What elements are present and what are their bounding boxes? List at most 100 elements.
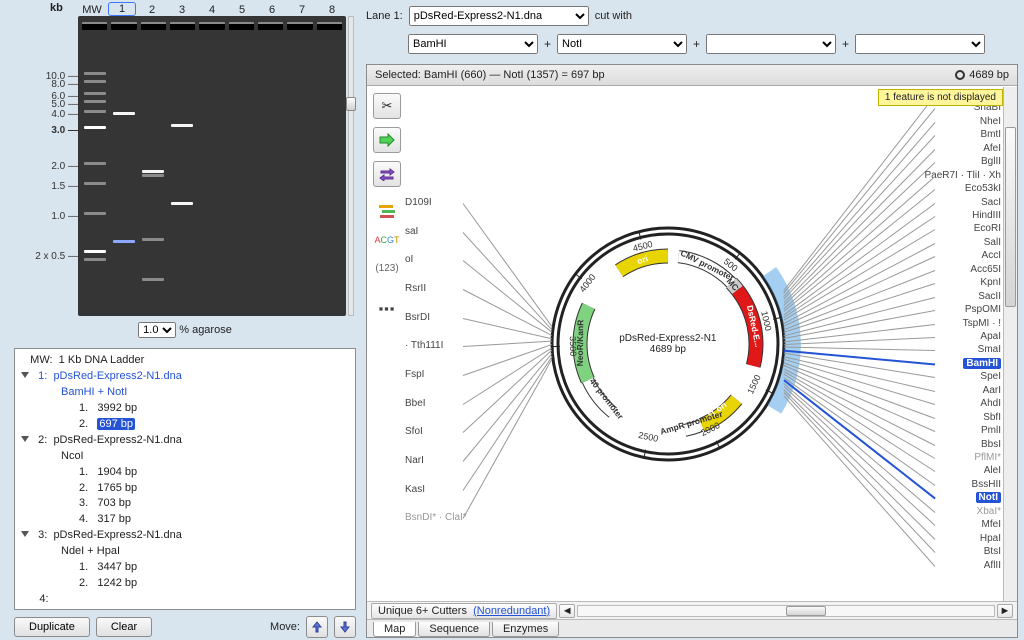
enzyme-site-label[interactable]: BbeI xyxy=(405,398,426,409)
enzyme-site-label[interactable]: AhdI xyxy=(980,398,1001,409)
enzyme-site-label[interactable]: BsnDI* · ClaI* xyxy=(405,512,467,523)
lane-row[interactable]: 3: pDsRed-Express2-N1.dna xyxy=(21,528,349,544)
fragment-row[interactable]: 2. 697 bp xyxy=(21,417,349,433)
lane-header-5[interactable]: 5 xyxy=(228,4,256,16)
fragment-row[interactable]: 1. 3992 bp xyxy=(21,401,349,417)
enzyme-site-label[interactable]: AleI xyxy=(984,465,1001,476)
nonredundant-link[interactable]: (Nonredundant) xyxy=(473,605,550,617)
map-vscroll[interactable] xyxy=(1003,87,1017,601)
view-tab-map[interactable]: Map xyxy=(373,622,416,637)
enzyme-site-label[interactable]: BtsI xyxy=(984,546,1001,557)
fragment-row[interactable]: 2. 1242 bp xyxy=(21,576,349,592)
move-up-button[interactable] xyxy=(306,616,328,638)
enzyme-site-label[interactable]: KpnI xyxy=(980,277,1001,288)
swap-tool[interactable] xyxy=(373,161,401,187)
enzyme-site-label[interactable]: TspMI · ! xyxy=(963,318,1001,329)
lane-header-7[interactable]: 7 xyxy=(288,4,316,16)
enzyme-select-2[interactable]: BamHINotINcoINdeIHpaIEcoRIHindIII xyxy=(557,34,687,54)
enzyme-select-1[interactable]: BamHINotINcoINdeIHpaIEcoRIHindIII xyxy=(408,34,538,54)
enzyme-site-label[interactable]: AflII xyxy=(984,560,1001,571)
lane-row[interactable]: 4: xyxy=(21,592,349,608)
enzyme-site-label[interactable]: HindIII xyxy=(972,210,1001,221)
enzyme-site-label[interactable]: SacI xyxy=(981,197,1001,208)
enzyme-site-label[interactable]: SmaI xyxy=(978,344,1001,355)
enzyme-site-label[interactable]: SbfI xyxy=(983,412,1001,423)
lane-header-4[interactable]: 4 xyxy=(198,4,226,16)
map-stage[interactable]: oriCMV promoterMCSDsRed-E...f1 oriAmpR p… xyxy=(403,87,1005,601)
enzyme-site-label[interactable]: MfeI xyxy=(982,519,1001,530)
cutter-group[interactable]: Unique 6+ Cutters (Nonredundant) xyxy=(371,603,557,619)
enzyme-site-label[interactable]: SfoI xyxy=(405,426,423,437)
view-tab-enzymes[interactable]: Enzymes xyxy=(492,622,559,637)
lane-header-8[interactable]: 8 xyxy=(318,4,346,16)
map-hscroll[interactable] xyxy=(577,605,995,617)
fragment-row[interactable]: 1. 1904 bp xyxy=(21,465,349,481)
gel-zoom-slider[interactable] xyxy=(348,16,354,316)
enzyme-site-label[interactable]: BssHII xyxy=(972,479,1001,490)
lane-header-2[interactable]: 2 xyxy=(138,4,166,16)
slider-thumb[interactable] xyxy=(346,97,356,111)
clear-button[interactable]: Clear xyxy=(96,617,152,637)
scroll-left[interactable]: ◄ xyxy=(559,604,575,618)
enzyme-site-label[interactable]: ApaI xyxy=(980,331,1001,342)
enzyme-site-label[interactable]: AccI xyxy=(982,250,1001,261)
enzyme-site-label[interactable]: oI xyxy=(405,254,413,265)
vscroll-thumb[interactable] xyxy=(1005,127,1016,307)
lane-file-select[interactable]: pDsRed-Express2-N1.dna xyxy=(409,6,589,26)
enzyme-site-label[interactable]: Acc65I xyxy=(970,264,1001,275)
fragment-row[interactable]: 4. 317 bp xyxy=(21,512,349,528)
gel-image[interactable] xyxy=(78,16,346,316)
enzyme-site-label[interactable]: PmlI xyxy=(981,425,1001,436)
move-label: Move: xyxy=(270,621,300,633)
enzyme-site-label[interactable]: PaeR7I · TliI · Xh xyxy=(924,170,1001,181)
features-tool[interactable] xyxy=(373,199,401,225)
scroll-right[interactable]: ► xyxy=(997,604,1013,618)
enzyme-site-label[interactable]: AfeI xyxy=(983,143,1001,154)
enzyme-site-label[interactable]: D109I xyxy=(405,197,432,208)
lane-row[interactable]: 1: pDsRed-Express2-N1.dna xyxy=(21,369,349,385)
fragment-row[interactable]: 2. 1765 bp xyxy=(21,481,349,497)
enzyme-site-label[interactable]: BbsI xyxy=(981,439,1001,450)
enzyme-site-label[interactable]: FspI xyxy=(405,369,424,380)
enzyme-site-label[interactable]: EcoRI xyxy=(974,223,1001,234)
enzyme-site-label[interactable]: PspOMI xyxy=(965,304,1001,315)
lane-header-6[interactable]: 6 xyxy=(258,4,286,16)
enzyme-site-label[interactable]: SacII xyxy=(978,291,1001,302)
enzyme-site-label[interactable]: saI xyxy=(405,226,418,237)
cut-tool[interactable]: ✂ xyxy=(373,93,401,119)
enzyme-site-label[interactable]: Eco53kI xyxy=(965,183,1001,194)
enzyme-select-3[interactable]: BamHINotINcoINdeIHpaIEcoRIHindIII xyxy=(706,34,836,54)
agarose-select[interactable]: 0.50.71.01.21.52.0 xyxy=(138,322,176,338)
view-tab-sequence[interactable]: Sequence xyxy=(418,622,490,637)
enzyme-select-4[interactable]: BamHINotINcoINdeIHpaIEcoRIHindIII xyxy=(855,34,985,54)
fragment-row[interactable]: 3. 703 bp xyxy=(21,496,349,512)
move-down-button[interactable] xyxy=(334,616,356,638)
insert-tool[interactable] xyxy=(373,127,401,153)
enzyme-site-label[interactable]: NotI xyxy=(976,492,1001,503)
enzyme-site-label[interactable]: BsrDI xyxy=(405,312,430,323)
enzyme-site-label[interactable]: BamHI xyxy=(963,358,1001,369)
feature-warning[interactable]: 1 feature is not displayed xyxy=(878,89,1003,106)
enzyme-site-label[interactable]: KasI xyxy=(405,484,425,495)
enzyme-site-label[interactable]: SalI xyxy=(984,237,1001,248)
enzyme-site-label[interactable]: AarI xyxy=(983,385,1001,396)
hscroll-thumb[interactable] xyxy=(786,606,826,616)
enzyme-site-label[interactable]: XbaI* xyxy=(977,506,1001,517)
lane-header-1[interactable]: 1 xyxy=(108,2,136,16)
more-tools[interactable]: ▪▪▪ xyxy=(373,295,401,321)
acgt-tool[interactable]: ACGT xyxy=(373,227,401,253)
lanes-list[interactable]: MW: 1 Kb DNA Ladder 1: pDsRed-Express2-N… xyxy=(14,348,356,610)
enzyme-site-label[interactable]: NheI xyxy=(980,116,1001,127)
enzyme-site-label[interactable]: BmtI xyxy=(980,129,1001,140)
enzyme-site-label[interactable]: HpaI xyxy=(980,533,1001,544)
duplicate-button[interactable]: Duplicate xyxy=(14,617,90,637)
enzyme-site-label[interactable]: BglII xyxy=(981,156,1001,167)
fragment-row[interactable]: 1. 3447 bp xyxy=(21,560,349,576)
enzyme-site-label[interactable]: PflMI* xyxy=(974,452,1001,463)
enzyme-site-label[interactable]: SpeI xyxy=(980,371,1001,382)
lane-header-3[interactable]: 3 xyxy=(168,4,196,16)
enzyme-site-label[interactable]: RsrII xyxy=(405,283,426,294)
lane-row[interactable]: 2: pDsRed-Express2-N1.dna xyxy=(21,433,349,449)
enzyme-site-label[interactable]: NarI xyxy=(405,455,424,466)
enzyme-site-label[interactable]: · Tth111I xyxy=(405,340,443,351)
